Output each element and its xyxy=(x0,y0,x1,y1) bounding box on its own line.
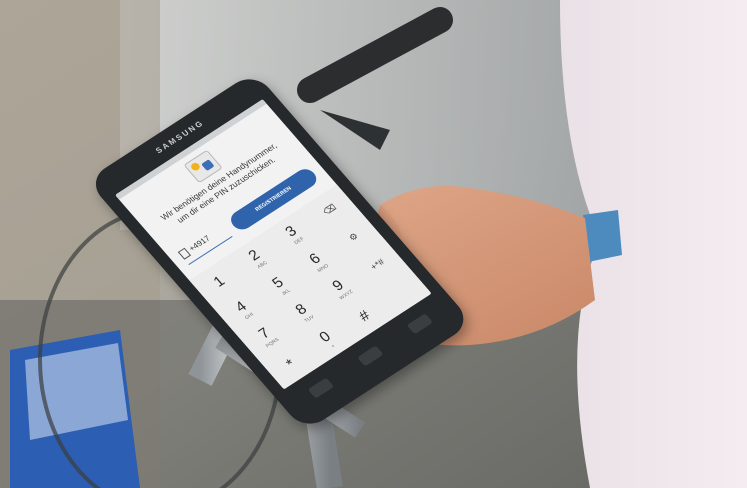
instruction-text: Wir benötigen deine Handynummer, um dir … xyxy=(158,140,279,225)
recent-apps-key-icon[interactable] xyxy=(307,377,335,399)
phone-number-value: +4917 xyxy=(187,233,212,254)
photo-scene: SAMSUNG Wir benötigen deine Handynummer,… xyxy=(0,0,747,488)
back-key-icon[interactable] xyxy=(406,313,434,335)
home-key-icon[interactable] xyxy=(357,345,384,367)
